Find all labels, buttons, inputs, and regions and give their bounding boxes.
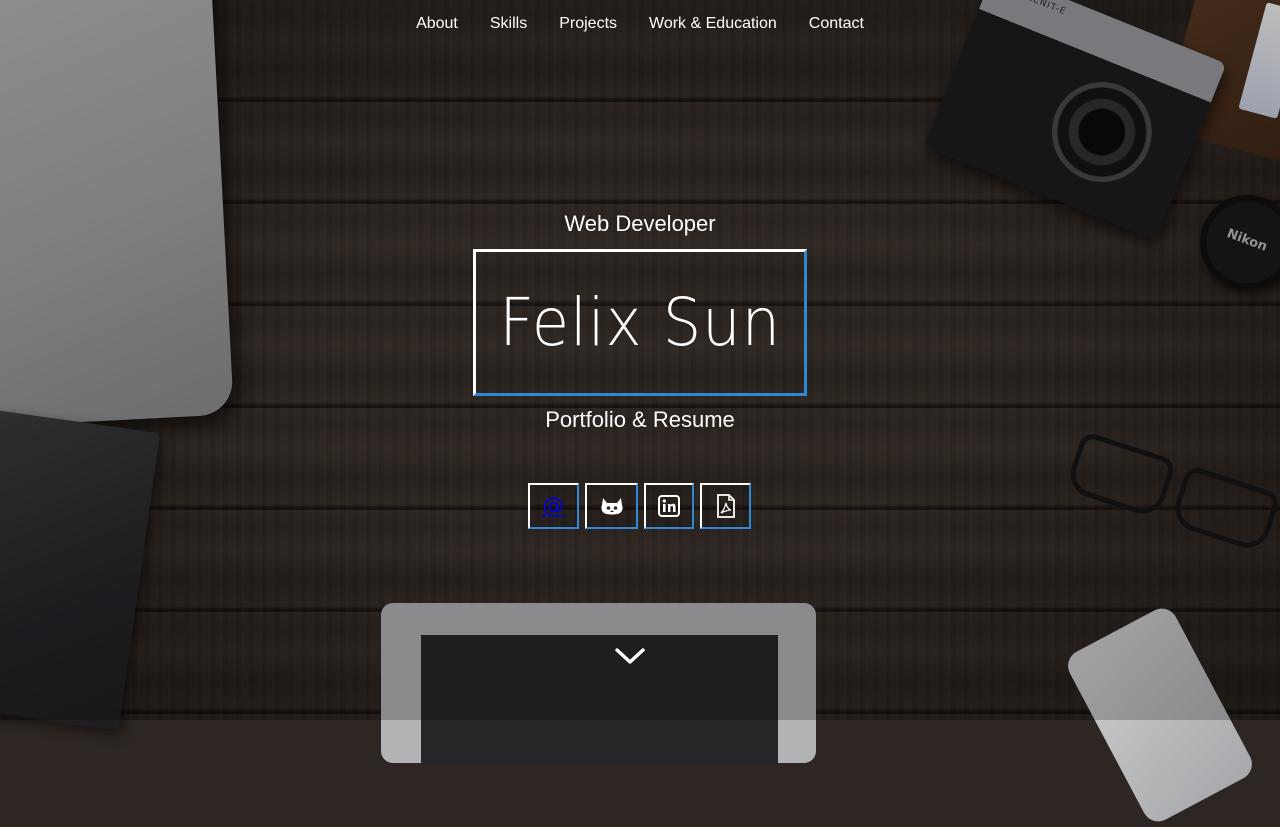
linkedin-button[interactable] <box>644 483 694 529</box>
hero-tagline: Portfolio & Resume <box>545 407 735 432</box>
nav-item-projects[interactable]: Projects <box>559 15 617 33</box>
top-nav: About Skills Projects Work & Education C… <box>0 0 1280 48</box>
nav-item-work-education[interactable]: Work & Education <box>649 15 777 33</box>
pdf-icon <box>716 494 735 518</box>
hero-role: Web Developer <box>564 211 716 236</box>
at-sign-icon: @ <box>542 493 565 519</box>
hero-name: Felix Sun <box>499 284 781 361</box>
github-button[interactable] <box>585 483 638 529</box>
hero-name-box: Felix Sun <box>473 249 807 396</box>
nav-item-contact[interactable]: Contact <box>809 15 864 33</box>
social-links: @ <box>528 483 751 529</box>
email-button[interactable]: @ <box>528 483 579 529</box>
chevron-down-icon[interactable] <box>614 644 646 668</box>
nav-item-skills[interactable]: Skills <box>490 15 527 33</box>
resume-pdf-button[interactable] <box>700 483 751 529</box>
linkedin-icon <box>658 495 680 517</box>
github-icon <box>600 498 623 515</box>
nav-item-about[interactable]: About <box>416 15 458 33</box>
